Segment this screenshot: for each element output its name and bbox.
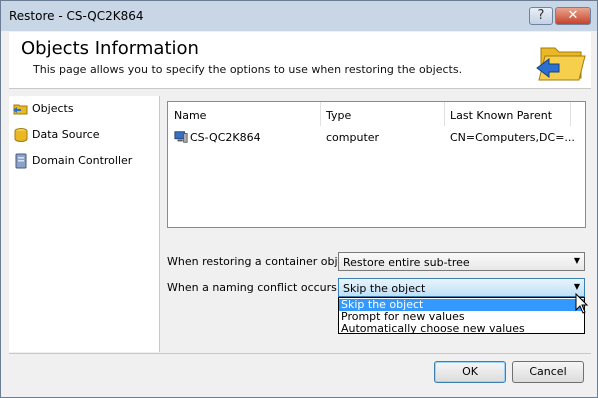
- ok-button[interactable]: OK: [434, 361, 506, 383]
- database-icon: [14, 128, 28, 142]
- page-header: Objects Information This page allows you…: [9, 32, 591, 89]
- container-option-label: When restoring a container object:: [167, 255, 359, 268]
- sidebar-item-label: Objects: [32, 102, 74, 115]
- title-bar[interactable]: Restore - CS-QC2K864 ? ✕: [1, 1, 597, 31]
- column-label: Name: [174, 109, 207, 122]
- conflict-option-label: When a naming conflict occurs:: [167, 281, 341, 294]
- restore-dialog: Restore - CS-QC2K864 ? ✕ Objects Informa…: [0, 0, 598, 398]
- computer-icon: [174, 131, 188, 143]
- conflict-option-dropdown-list: Skip the object Prompt for new values Au…: [338, 297, 585, 335]
- sidebar-item-data-source[interactable]: Data Source: [9, 124, 159, 146]
- cancel-button[interactable]: Cancel: [512, 361, 584, 383]
- conflict-option-select[interactable]: Skip the object ▼: [338, 278, 585, 297]
- sidebar-item-domain-controller[interactable]: Domain Controller: [9, 150, 159, 172]
- column-header-parent[interactable]: Last Known Parent: [444, 102, 571, 126]
- sidebar-item-label: Data Source: [32, 128, 100, 141]
- help-button[interactable]: ?: [529, 7, 553, 25]
- table-row[interactable]: CS-QC2K864 computer CN=Computers,DC=...: [168, 126, 585, 146]
- page-description: This page allows you to specify the opti…: [33, 63, 463, 76]
- column-header-type[interactable]: Type: [320, 102, 445, 126]
- objects-list[interactable]: Name Type Last Known Parent CS-QC2K864 c…: [167, 101, 586, 228]
- container-option-value: Restore entire sub-tree: [343, 256, 470, 269]
- server-icon: [15, 153, 27, 169]
- container-option-select[interactable]: Restore entire sub-tree ▼: [338, 252, 585, 271]
- chevron-down-icon: ▼: [573, 256, 580, 265]
- chevron-down-icon: ▼: [573, 282, 580, 291]
- dropdown-option-auto[interactable]: Automatically choose new values: [339, 323, 584, 335]
- mouse-cursor-icon: [575, 293, 589, 314]
- page-title: Objects Information: [21, 38, 199, 59]
- row-name: CS-QC2K864: [190, 131, 261, 144]
- column-label: Last Known Parent: [450, 109, 553, 122]
- dialog-footer: OK Cancel: [9, 354, 591, 391]
- close-button[interactable]: ✕: [555, 7, 591, 25]
- window-title: Restore - CS-QC2K864: [9, 9, 144, 23]
- sidebar-item-label: Domain Controller: [32, 154, 133, 167]
- sidebar-item-objects[interactable]: Objects: [9, 98, 159, 120]
- row-parent: CN=Computers,DC=...: [450, 131, 575, 144]
- content-panel: Name Type Last Known Parent CS-QC2K864 c…: [160, 96, 591, 352]
- sidebar: Objects Data Source Domain Controller: [9, 96, 160, 352]
- conflict-option-value: Skip the object: [343, 282, 426, 295]
- folder-restore-icon: [536, 47, 586, 81]
- folder-icon: [13, 104, 28, 115]
- column-label: Type: [326, 109, 352, 122]
- column-header-name[interactable]: Name: [168, 102, 321, 126]
- row-type: computer: [326, 131, 380, 144]
